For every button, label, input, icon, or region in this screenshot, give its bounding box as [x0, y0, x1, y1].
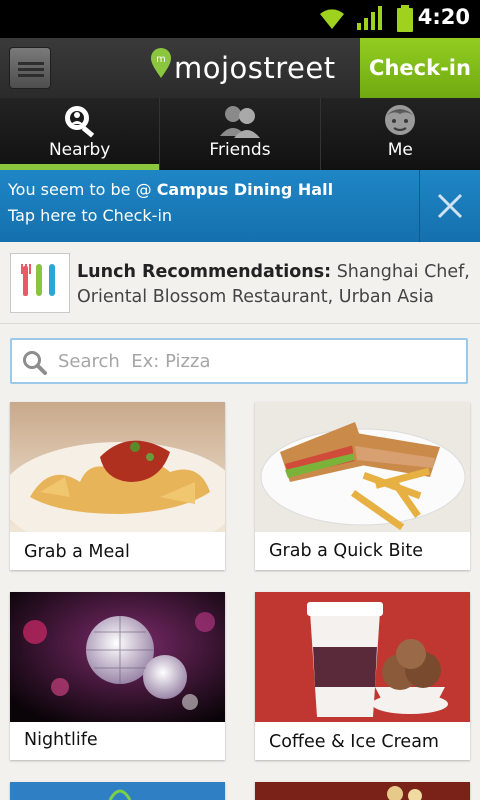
app-logo: m mojostreet: [150, 48, 336, 88]
tab-label: Friends: [209, 140, 271, 160]
tab-friends[interactable]: Friends: [159, 98, 319, 170]
recommendation-title: Lunch Recommendations:: [77, 262, 332, 282]
tab-bar: Nearby Friends Me: [0, 98, 480, 170]
search-icon: [23, 351, 47, 375]
checkin-button[interactable]: Check-in: [360, 38, 480, 98]
tile-label: Grab a Quick Bite: [269, 541, 423, 561]
disco-ball-photo: [10, 592, 225, 722]
lunch-recommendations[interactable]: Lunch Recommendations: Shanghai Chef, Or…: [0, 242, 480, 324]
close-icon: [437, 193, 463, 219]
svg-text:m: m: [156, 54, 166, 65]
friends-icon: [219, 106, 260, 138]
tile-label: Grab a Meal: [24, 542, 130, 562]
banner-prefix: You seem to be @: [8, 180, 157, 199]
banner-location-text: You seem to be @ Campus Dining Hall: [8, 180, 333, 199]
tab-label: Nearby: [48, 140, 111, 160]
location-pin-icon: m: [151, 48, 171, 78]
search-box[interactable]: [10, 338, 468, 384]
category-tile-meal[interactable]: Grab a Meal: [10, 402, 225, 570]
search-input[interactable]: [58, 346, 458, 376]
category-tile-partial[interactable]: [10, 782, 225, 800]
tile-label: Nightlife: [24, 730, 98, 750]
menu-bar-line: [18, 68, 44, 71]
brand-name: mojostreet: [174, 51, 336, 85]
tile-label: Coffee & Ice Cream: [269, 732, 439, 752]
banner-place: Campus Dining Hall: [156, 180, 334, 199]
status-bar: 4:20: [0, 0, 480, 38]
tab-label: Me: [387, 140, 413, 160]
utensils-icon: [10, 253, 70, 313]
category-tile-coffee-icecream[interactable]: Coffee & Ice Cream: [255, 592, 470, 760]
recommendation-text: Lunch Recommendations: Shanghai Chef, Or…: [77, 260, 477, 310]
battery-icon: [397, 5, 413, 32]
signal-icon: [357, 6, 382, 30]
banner-action-text: Tap here to Check-in: [8, 206, 173, 225]
menu-bar-line: [18, 62, 44, 65]
tab-me[interactable]: Me: [319, 98, 480, 170]
app-header: m mojostreet Check-in: [0, 38, 480, 98]
category-tile-nightlife[interactable]: Nightlife: [10, 592, 225, 760]
category-tile-quick-bite[interactable]: Grab a Quick Bite: [255, 402, 470, 570]
close-banner-button[interactable]: [419, 170, 480, 242]
partial-tile-image: [10, 782, 225, 800]
nearby-search-icon: [64, 106, 94, 138]
clock: 4:20: [417, 5, 470, 29]
menu-button[interactable]: [9, 47, 51, 89]
sandwich-photo: [255, 402, 470, 532]
checkin-suggestion-banner[interactable]: You seem to be @ Campus Dining Hall Tap …: [0, 170, 480, 242]
category-tile-partial[interactable]: [255, 782, 470, 800]
pasta-photo: [10, 402, 225, 532]
tab-nearby[interactable]: Nearby: [0, 98, 160, 170]
partial-tile-image: [255, 782, 470, 800]
menu-bar-line: [18, 74, 44, 77]
coffee-icecream-photo: [255, 592, 470, 722]
wifi-icon: [320, 9, 344, 29]
me-face-icon: [385, 105, 416, 135]
